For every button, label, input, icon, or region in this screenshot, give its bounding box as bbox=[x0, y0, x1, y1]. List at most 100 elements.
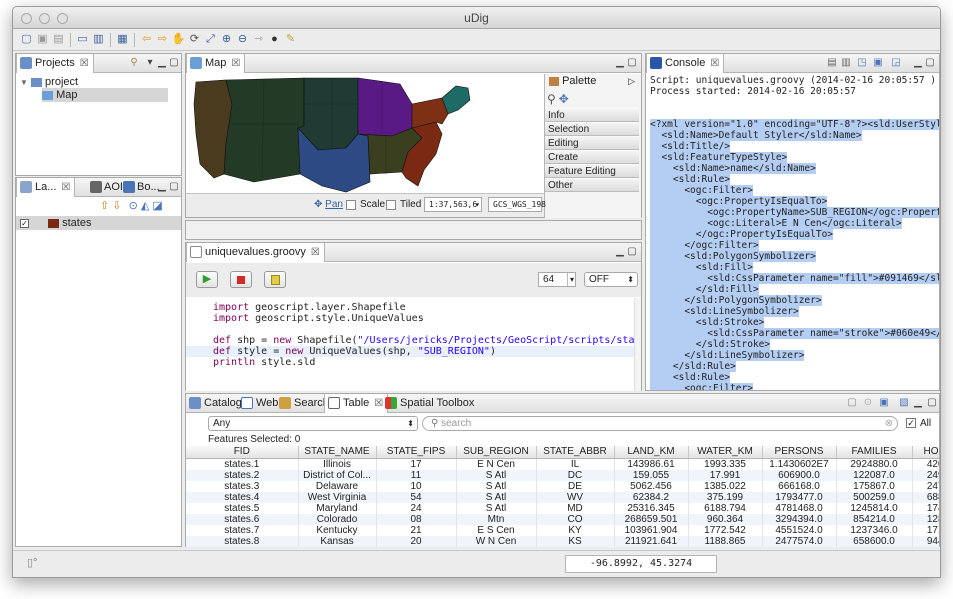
tab-spatial-toolbox[interactable]: Spatial Toolbox bbox=[382, 394, 478, 413]
scale-checkbox[interactable] bbox=[346, 200, 356, 210]
attribute-table[interactable]: FID STATE_NAME STATE_FIPS SUB_REGION STATE_A… bbox=[186, 446, 939, 547]
column-header[interactable]: FAMILIES bbox=[836, 446, 913, 459]
palette-category[interactable]: Feature Editing bbox=[545, 164, 639, 178]
maximize-icon[interactable]: ▢ bbox=[168, 57, 180, 69]
zoom-extent-icon[interactable]: ⤢ bbox=[203, 32, 218, 47]
table-row[interactable]: states.3 Delaware 10 S Atl DE 5062.456 1385.02… bbox=[186, 480, 939, 492]
tree-item-project[interactable]: ▼ project bbox=[20, 75, 78, 89]
console-toggle-button[interactable] bbox=[264, 271, 286, 288]
tab-catalog[interactable]: Catalog bbox=[186, 394, 246, 413]
maximize-icon[interactable]: ▢ bbox=[168, 181, 180, 193]
add-layer-icon[interactable]: ◪ bbox=[152, 200, 162, 212]
save-icon[interactable]: ▣ bbox=[35, 32, 50, 47]
tiled-checkbox[interactable] bbox=[386, 200, 396, 210]
maximize-icon[interactable]: ▢ bbox=[924, 57, 936, 69]
edit-icon[interactable]: ✎ bbox=[283, 32, 298, 47]
tab-uniquevalues-groovy[interactable]: uniquevalues.groovy ☒ bbox=[186, 243, 325, 262]
expand-arrow-icon[interactable]: ▼ bbox=[20, 78, 28, 87]
filter-select[interactable]: Any ⬍ bbox=[208, 416, 418, 431]
search-input[interactable]: ⚲ search ⊗ bbox=[422, 416, 898, 431]
table-row[interactable]: states.8 Kansas 20 W N Cen KS 211921.641 1188.… bbox=[186, 535, 939, 547]
view-menu-icon[interactable]: ▾ bbox=[144, 57, 156, 69]
table-row[interactable]: states.1 Illinois 17 E N Cen IL 143986.61 1993… bbox=[186, 458, 939, 470]
fast-view-icon[interactable]: ▯° bbox=[27, 556, 37, 569]
table-row[interactable]: states.6 Colorado 08 Mtn CO 268659.501 960.364… bbox=[186, 513, 939, 525]
pin-console-icon[interactable]: ◳ bbox=[856, 57, 868, 69]
promote-selection-icon[interactable]: ▣ bbox=[878, 397, 890, 409]
code-line[interactable]: def shp = new Shapefile("/Users/jericks/… bbox=[213, 335, 634, 346]
clear-search-icon[interactable]: ⊗ bbox=[885, 417, 893, 430]
column-header[interactable]: STATE_ABBR bbox=[536, 446, 615, 459]
magnifier-icon[interactable]: ⚲ bbox=[547, 92, 556, 106]
close-icon[interactable]: ☒ bbox=[61, 182, 70, 193]
layer-visibility-checkbox[interactable]: ✓ bbox=[20, 218, 29, 228]
editor-scrollbar[interactable] bbox=[634, 298, 641, 391]
column-header[interactable]: STATE_NAME bbox=[298, 446, 377, 459]
maximize-icon[interactable]: ▢ bbox=[626, 246, 638, 258]
print-icon[interactable]: ▦ bbox=[115, 32, 130, 47]
minimize-icon[interactable]: ▁ bbox=[156, 181, 168, 193]
close-icon[interactable]: ☒ bbox=[80, 58, 89, 69]
chevron-updown-icon[interactable]: ⬍ bbox=[407, 417, 414, 430]
zoom-selection-icon[interactable]: ⊙ bbox=[862, 397, 874, 409]
display-console-icon[interactable]: ▣ bbox=[872, 57, 884, 69]
map-canvas[interactable] bbox=[186, 74, 544, 194]
tab-map[interactable]: Map ☒ bbox=[186, 54, 246, 73]
layer-row-states[interactable]: ✓ states bbox=[16, 216, 181, 230]
console-output[interactable]: Script: uniquevalues.groovy (2014-02-16 … bbox=[646, 74, 939, 390]
minimize-icon[interactable]: ▁ bbox=[614, 57, 626, 69]
maximize-icon[interactable]: ▢ bbox=[926, 397, 938, 409]
column-header[interactable]: STATE_FIPS bbox=[376, 446, 457, 459]
column-header[interactable]: FID bbox=[186, 446, 299, 459]
chevron-down-icon[interactable]: ▾ bbox=[475, 198, 480, 211]
run-icon[interactable]: ● bbox=[267, 32, 282, 47]
pan-icon[interactable]: ✥ bbox=[559, 92, 569, 106]
code-line[interactable]: import geoscript.layer.Shapefile bbox=[213, 302, 406, 313]
zoom-out-icon[interactable]: ⊖ bbox=[235, 32, 250, 47]
toggle-filter-icon[interactable]: ▧ bbox=[898, 397, 910, 409]
back-icon[interactable]: ⇦ bbox=[139, 32, 154, 47]
select-all-icon[interactable]: ▢ bbox=[846, 397, 858, 409]
font-size-combo[interactable]: 64 ▾ bbox=[538, 272, 576, 287]
pan-tool-icon[interactable]: ✋ bbox=[171, 32, 186, 47]
pan-link[interactable]: ✥ Pan bbox=[314, 199, 343, 210]
style-icon[interactable]: ◭ bbox=[141, 200, 149, 212]
column-header[interactable]: WATER_KM bbox=[688, 446, 763, 459]
save-all-icon[interactable]: ▤ bbox=[51, 32, 66, 47]
table-row[interactable]: states.9Virginia51S AtlVA102557.3284263.… bbox=[186, 546, 939, 547]
move-down-icon[interactable]: ⇩ bbox=[112, 200, 121, 212]
forward-icon[interactable]: ⇨ bbox=[155, 32, 170, 47]
palette-category[interactable]: Other bbox=[545, 178, 639, 192]
refresh-icon[interactable]: ⟳ bbox=[187, 32, 202, 47]
palette-category[interactable]: Selection bbox=[545, 122, 639, 136]
all-checkbox[interactable]: ✓ bbox=[906, 418, 916, 428]
stop-script-button[interactable] bbox=[230, 271, 252, 288]
palette-collapse-icon[interactable]: ▷ bbox=[628, 74, 635, 89]
table-row[interactable]: states.5 Maryland 24 S Atl MD 25316.345 6188.7… bbox=[186, 502, 939, 514]
tab-layers[interactable]: La... ☒ bbox=[16, 178, 76, 197]
tab-projects[interactable]: Projects ☒ bbox=[16, 54, 94, 73]
minimize-icon[interactable]: ▁ bbox=[156, 57, 168, 69]
code-line[interactable]: import geoscript.style.UniqueValues bbox=[213, 313, 424, 324]
minimize-icon[interactable]: ▁ bbox=[614, 246, 626, 258]
open-console-icon[interactable]: ◲ bbox=[890, 57, 902, 69]
maximize-icon[interactable]: ▢ bbox=[626, 57, 638, 69]
run-script-button[interactable]: ▶ bbox=[196, 271, 218, 288]
zoom-in-icon[interactable]: ⊕ bbox=[219, 32, 234, 47]
redo-icon[interactable]: ⇾ bbox=[251, 32, 266, 47]
layer-properties-icon[interactable]: ⊙ bbox=[129, 200, 138, 212]
close-icon[interactable]: ☒ bbox=[311, 247, 320, 258]
tree-item-map[interactable]: Map bbox=[42, 88, 168, 102]
clear-console-icon[interactable]: ▤ bbox=[826, 57, 838, 69]
palette-header[interactable]: Palette ▷ bbox=[545, 74, 641, 90]
palette-category[interactable]: Editing bbox=[545, 136, 639, 150]
chevron-down-icon[interactable]: ▾ bbox=[566, 273, 574, 286]
new-layer-icon[interactable]: ▥ bbox=[91, 32, 106, 47]
code-line[interactable]: def style = new UniqueValues(shp, "SUB_R… bbox=[186, 346, 634, 357]
scroll-lock-icon[interactable]: ▥ bbox=[840, 57, 852, 69]
column-header[interactable]: SUB_REGION bbox=[456, 446, 537, 459]
crs-field[interactable]: GCS_WGS_198 bbox=[488, 197, 546, 212]
palette-category[interactable]: Info bbox=[545, 108, 639, 122]
code-line[interactable]: println style.sld bbox=[213, 357, 315, 368]
table-row[interactable]: states.7 Kentucky 21 E S Cen KY 103961.904 177… bbox=[186, 524, 939, 536]
